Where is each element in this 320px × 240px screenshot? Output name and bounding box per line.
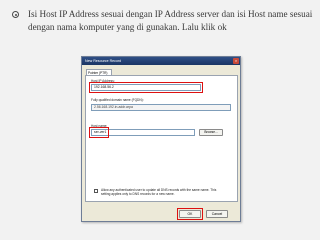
- dialog-title: New Resource Record: [85, 59, 122, 63]
- allow-update-checkbox[interactable]: [94, 189, 98, 193]
- instruction-text-block: Isi Host IP Address sesuai dengan IP Add…: [12, 8, 314, 34]
- close-icon[interactable]: ×: [233, 58, 239, 64]
- record-panel: Host IP Address: 192.168.56.2 Fully qual…: [85, 75, 238, 202]
- bullet-icon: [12, 11, 19, 18]
- fqdn-field: 2.56.168.192.in-addr.arpa: [91, 104, 231, 111]
- hostname-highlight-box: [89, 127, 109, 138]
- instruction-text: Isi Host IP Address sesuai dengan IP Add…: [28, 9, 313, 32]
- ip-highlight-box: [89, 82, 203, 93]
- allow-update-text: Allow any authenticated user to update a…: [101, 188, 217, 196]
- ok-highlight-box: [177, 208, 203, 220]
- new-resource-record-dialog: New Resource Record × Pointer (PTR) Host…: [81, 56, 241, 222]
- browse-button[interactable]: Browse...: [199, 129, 223, 136]
- dialog-titlebar: New Resource Record ×: [82, 57, 240, 65]
- cancel-button[interactable]: Cancel: [206, 210, 228, 218]
- fqdn-label: Fully qualified domain name (FQDN):: [91, 98, 144, 102]
